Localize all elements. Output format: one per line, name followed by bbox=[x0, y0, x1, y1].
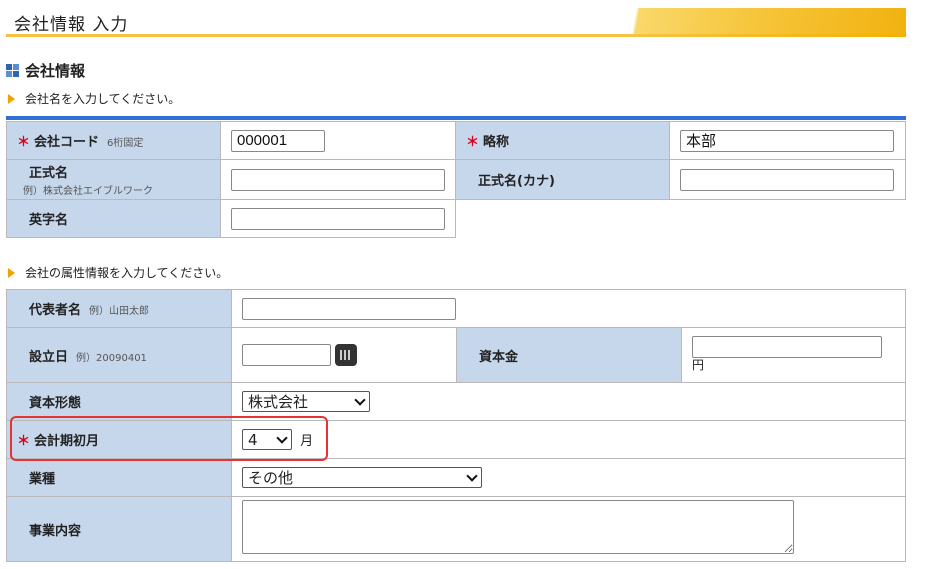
capital-input[interactable] bbox=[692, 336, 882, 359]
calendar-icon[interactable] bbox=[335, 344, 357, 366]
page-title: 会社情報 入力 bbox=[14, 15, 129, 35]
industry-selected: その他 bbox=[248, 469, 294, 487]
company-code-label-cell: ＊会社コード 6桁固定 bbox=[6, 121, 221, 160]
required-mark: ＊ bbox=[466, 135, 480, 150]
section-title: 会社情報 bbox=[6, 60, 85, 81]
attributes-hint-text: 会社の属性情報を入力してください。 bbox=[25, 266, 229, 280]
company-code-input[interactable] bbox=[231, 129, 325, 152]
capital-form-select[interactable]: 株式会社 bbox=[242, 391, 370, 412]
english-name-label-cell: 英字名 bbox=[6, 199, 221, 238]
founded-label: 設立日 bbox=[29, 349, 69, 365]
capital-form-selected: 株式会社 bbox=[248, 393, 309, 411]
business-label: 事業内容 bbox=[29, 523, 82, 539]
page-header: 会社情報 入力 bbox=[6, 0, 906, 40]
rep-name-input[interactable] bbox=[242, 297, 456, 320]
capital-form-value-cell: 株式会社 bbox=[231, 382, 906, 421]
required-mark: ＊ bbox=[17, 135, 31, 150]
short-name-value-cell bbox=[669, 121, 906, 160]
capital-label: 資本金 bbox=[479, 349, 519, 365]
section-grid-icon bbox=[6, 64, 19, 77]
short-name-label: 略称 bbox=[483, 135, 510, 150]
required-mark: ＊ bbox=[17, 434, 31, 449]
company-code-value-cell bbox=[220, 121, 456, 160]
company-code-note: 6桁固定 bbox=[107, 138, 144, 149]
chevron-down-icon bbox=[354, 393, 366, 406]
chevron-down-icon bbox=[276, 431, 288, 444]
capital-unit: 円 bbox=[692, 358, 705, 373]
short-name-input[interactable] bbox=[680, 129, 894, 152]
company-name-hint: 会社名を入力してください。 bbox=[8, 90, 180, 107]
company-name-hint-text: 会社名を入力してください。 bbox=[25, 92, 181, 106]
table-accent-line bbox=[6, 116, 906, 120]
company-code-label: 会社コード bbox=[34, 135, 100, 150]
attributes-table: 代表者名 例）山田太郎 設立日 例）20090401 資本金 円 資本形態 株式会社 bbox=[6, 289, 906, 562]
arrow-right-icon bbox=[8, 267, 15, 278]
founded-date-input[interactable] bbox=[242, 344, 331, 366]
capital-form-label-cell: 資本形態 bbox=[6, 382, 232, 421]
founded-value-cell bbox=[231, 327, 457, 383]
capital-form-label: 資本形態 bbox=[29, 396, 82, 411]
header-underline bbox=[6, 34, 906, 37]
industry-label: 業種 bbox=[29, 472, 56, 487]
header-ribbon bbox=[576, 8, 906, 37]
english-name-input[interactable] bbox=[231, 207, 445, 230]
fiscal-month-select[interactable]: 4 bbox=[242, 429, 292, 450]
rep-example: 例）山田太郎 bbox=[89, 306, 150, 317]
fiscal-month-label-cell: ＊会計期初月 bbox=[6, 420, 232, 459]
fiscal-month-selected: 4 bbox=[248, 430, 258, 449]
kana-name-label-cell: 正式名(カナ) bbox=[455, 159, 670, 200]
english-name-value-cell bbox=[220, 199, 456, 238]
official-name-label-cell: 正式名 例）株式会社エイブルワーク bbox=[6, 159, 221, 200]
kana-name-value-cell bbox=[669, 159, 906, 200]
empty-cell bbox=[455, 199, 906, 238]
official-name-label: 正式名 bbox=[29, 166, 69, 181]
founded-example: 例）20090401 bbox=[76, 352, 147, 364]
short-name-label-cell: ＊略称 bbox=[455, 121, 670, 160]
industry-value-cell: その他 bbox=[231, 458, 906, 497]
section-title-text: 会社情報 bbox=[25, 62, 86, 80]
industry-select[interactable]: その他 bbox=[242, 467, 482, 488]
rep-value-cell bbox=[231, 289, 906, 328]
fiscal-month-label: 会計期初月 bbox=[34, 434, 100, 449]
business-label-cell: 事業内容 bbox=[6, 496, 232, 562]
founded-label-cell: 設立日 例）20090401 bbox=[6, 327, 232, 383]
fiscal-month-unit: 月 bbox=[300, 433, 314, 449]
business-textarea[interactable] bbox=[242, 500, 794, 554]
capital-label-cell: 資本金 bbox=[456, 327, 682, 383]
english-name-label: 英字名 bbox=[29, 213, 69, 228]
company-table: ＊会社コード6桁固定 ＊略称 正式名 例）株式会社エイブルワーク 正式名(カナ)… bbox=[6, 121, 906, 238]
kana-name-input[interactable] bbox=[680, 168, 894, 191]
official-name-input[interactable] bbox=[231, 168, 445, 191]
industry-label-cell: 業種 bbox=[6, 458, 232, 497]
business-value-cell bbox=[231, 496, 906, 562]
kana-name-label: 正式名(カナ) bbox=[478, 174, 555, 189]
rep-label: 代表者名 bbox=[29, 303, 82, 318]
official-name-example: 例）株式会社エイブルワーク bbox=[23, 186, 153, 197]
chevron-down-icon bbox=[466, 469, 478, 482]
rep-label-cell: 代表者名 例）山田太郎 bbox=[6, 289, 232, 328]
official-name-value-cell bbox=[220, 159, 456, 200]
capital-value-cell: 円 bbox=[681, 327, 906, 383]
arrow-right-icon bbox=[8, 93, 15, 104]
attributes-hint: 会社の属性情報を入力してください。 bbox=[8, 264, 228, 281]
fiscal-month-value-cell: 4 月 bbox=[231, 420, 906, 459]
